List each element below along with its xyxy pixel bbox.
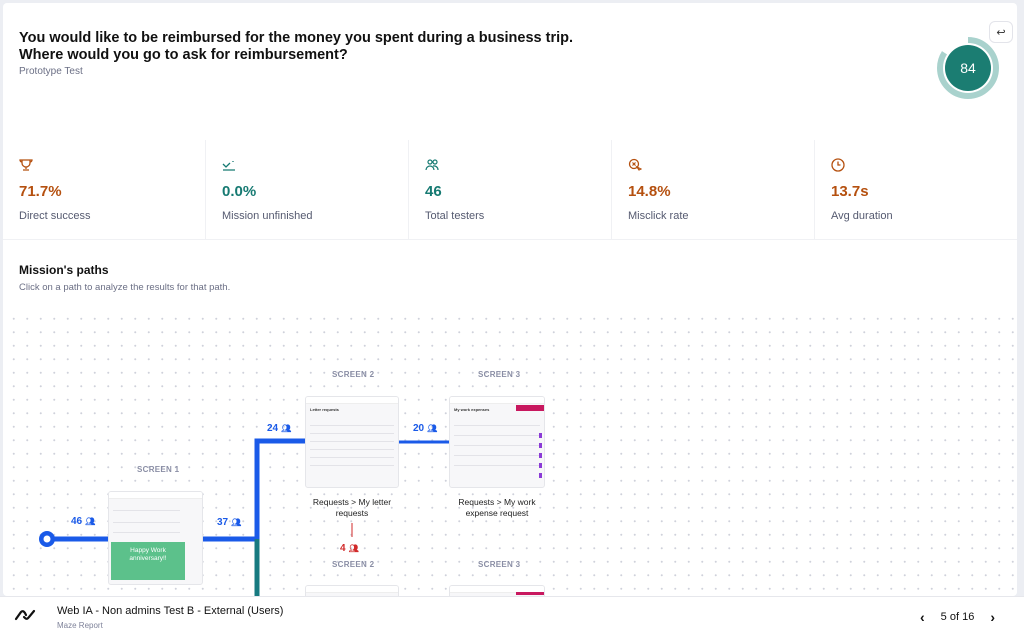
screen1-out-count: 37 👥︎ (217, 517, 241, 528)
screen3-caption: Requests > My work expense request (458, 497, 536, 518)
users-icon: 👥︎ (85, 517, 96, 526)
thumb-row (310, 425, 394, 426)
screen2-thumbnail[interactable]: Letter requests (305, 396, 399, 488)
thumb-cta (516, 405, 544, 411)
metric-value: 46 (425, 183, 442, 200)
screen-label: SCREEN 1 (137, 465, 180, 474)
anniversary-banner: Happy Work anniversary!! (111, 542, 185, 580)
path-branch-to-screen2[interactable] (254, 438, 305, 539)
screen2-caption: Requests > My letter requests (312, 497, 392, 518)
thumb-row (454, 425, 540, 426)
screen1-thumbnail[interactable]: Happy Work anniversary!! (108, 491, 203, 585)
thumb-header (450, 397, 544, 404)
misclick-icon (628, 158, 642, 171)
thumb-row (454, 465, 540, 466)
question-title: You would like to be reimbursed for the … (19, 30, 579, 64)
pagination: ‹ 5 of 16 › (920, 609, 995, 625)
metric-total-testers: 46 Total testers (409, 140, 612, 239)
question-header: You would like to be reimbursed for the … (3, 3, 1017, 131)
thumb-row (454, 455, 540, 456)
thumb-action (539, 473, 542, 478)
question-line-2: Where would you go to ask for reimbursem… (19, 47, 348, 63)
report-type: Maze Report (57, 621, 103, 630)
users-icon: 👥︎ (231, 518, 242, 527)
metric-misclick-rate: 14.8% Misclick rate (612, 140, 815, 239)
score-value: 84 (960, 60, 976, 76)
thumb-action (539, 433, 542, 438)
thumb-header (306, 586, 398, 593)
metric-direct-success: 71.7% Direct success (3, 140, 206, 239)
maze-logo-icon (14, 609, 36, 621)
trophy-icon (19, 159, 33, 171)
screen-label: SCREEN 2 (332, 370, 375, 379)
thumb-action (539, 453, 542, 458)
thumb-row (310, 441, 394, 442)
thumb-row (310, 433, 394, 434)
question-type: Prototype Test (19, 66, 83, 77)
chevron-right-icon[interactable]: › (990, 609, 995, 625)
metric-label: Avg duration (831, 210, 893, 222)
count-value: 20 (413, 423, 425, 434)
screen3-thumbnail[interactable]: My work expenses (449, 396, 545, 488)
paths-title: Mission's paths (19, 263, 109, 277)
bounce-icon (222, 161, 235, 171)
thumb-row (454, 445, 540, 446)
metric-value: 0.0% (222, 183, 257, 200)
report-page: You would like to be reimbursed for the … (3, 3, 1017, 596)
thumb-row (310, 457, 394, 458)
thumb-header (306, 397, 398, 404)
paths-subtitle: Click on a path to analyze the results f… (19, 282, 231, 293)
thumb-row (113, 510, 180, 511)
users-icon: 👥︎ (281, 424, 292, 433)
start-count: 46 👥︎ (71, 516, 95, 527)
report-title: Web IA - Non admins Test B - External (U… (57, 605, 284, 617)
metric-avg-duration: 13.7s Avg duration (815, 140, 1017, 239)
screen-label: SCREEN 2 (332, 560, 375, 569)
metric-label: Direct success (19, 210, 91, 222)
screen-label: SCREEN 3 (478, 560, 521, 569)
users-icon: 👥︎ (427, 424, 438, 433)
thumb-action (539, 443, 542, 448)
start-node-inner (43, 535, 51, 543)
thumb-cta (516, 592, 544, 595)
users-icon (425, 159, 439, 171)
misclick-count: 4 👥︎ (340, 543, 359, 554)
screen2-in-count: 24 👥︎ (267, 423, 291, 434)
paths-canvas[interactable]: 46 👥︎ 37 👥︎ 24 👥︎ 20 👥︎ 4 👥︎ SCREEN 1 SCREEN … (3, 308, 1017, 596)
question-line-1: You would like to be reimbursed for the … (19, 30, 574, 46)
users-icon: 👥︎ (348, 544, 359, 553)
metric-mission-unfinished: 0.0% Mission unfinished (206, 140, 409, 239)
thumb-title: Letter requests (310, 407, 339, 412)
thumb-row (310, 465, 394, 466)
screen2-out-count: 20 👥︎ (413, 423, 437, 434)
count-value: 4 (340, 543, 346, 554)
thumb-row (454, 435, 540, 436)
metric-label: Total testers (425, 210, 485, 222)
count-value: 46 (71, 516, 83, 527)
thumb-row (113, 522, 180, 523)
screen-label: SCREEN 3 (478, 370, 521, 379)
metric-label: Misclick rate (628, 210, 689, 222)
screen3-alt-thumbnail[interactable] (449, 585, 545, 596)
metric-value: 71.7% (19, 183, 62, 200)
thumb-title: My work expenses (454, 407, 490, 412)
metric-value: 13.7s (831, 183, 869, 200)
chevron-left-icon[interactable]: ‹ (920, 609, 925, 625)
metric-value: 14.8% (628, 183, 671, 200)
report-footer: Web IA - Non admins Test B - External (U… (0, 596, 1024, 639)
count-value: 37 (217, 517, 229, 528)
metric-label: Mission unfinished (222, 210, 313, 222)
thumb-row (113, 532, 180, 533)
thumb-row (310, 449, 394, 450)
thumb-action (539, 463, 542, 468)
metrics-row: 71.7% Direct success 0.0% Mission unfini… (3, 140, 1017, 240)
count-value: 24 (267, 423, 279, 434)
screen2-alt-thumbnail[interactable] (305, 585, 399, 596)
usability-score: 84 (936, 36, 1000, 100)
page-indicator: 5 of 16 (940, 611, 975, 623)
thumb-header (109, 492, 202, 499)
clock-icon (831, 158, 845, 172)
